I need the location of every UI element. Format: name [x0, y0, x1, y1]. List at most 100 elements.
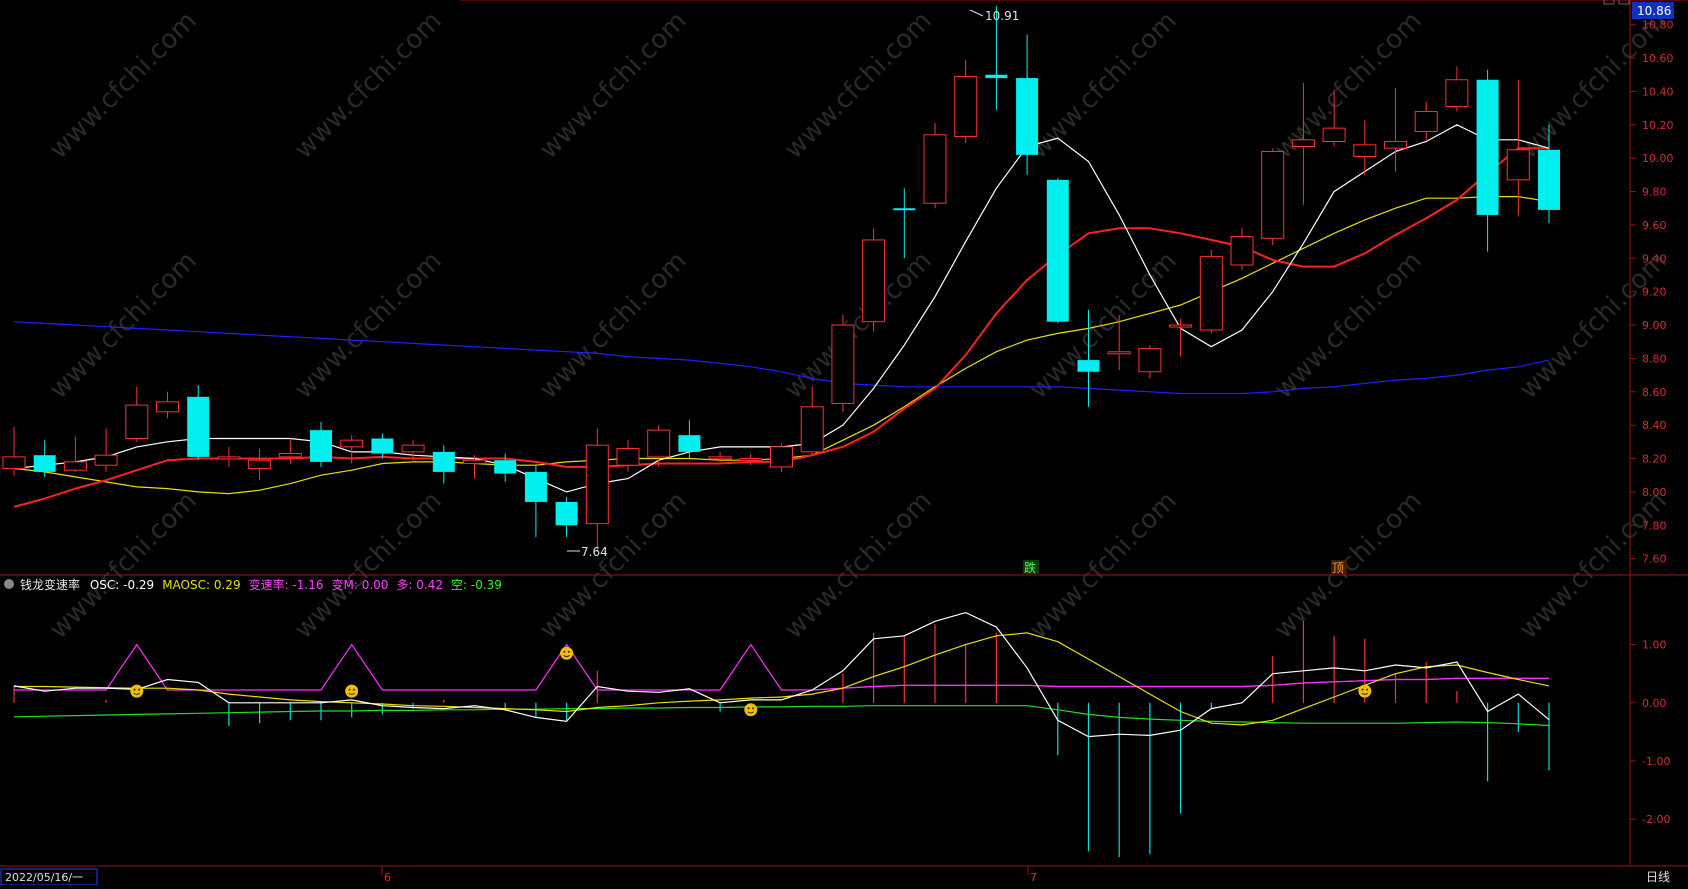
candle	[94, 428, 118, 472]
smiley-icon	[560, 646, 574, 660]
indicator-tick-label: 0.00	[1642, 697, 1667, 710]
smiley-icon	[744, 703, 758, 717]
candle-body	[555, 501, 578, 526]
watermark-text: www.cfchi.com	[534, 246, 693, 405]
chart-canvas[interactable]: www.cfchi.com www.cfchi.com www.cfchi.com w…	[0, 0, 1688, 886]
indicator-collapse-icon[interactable]	[4, 579, 14, 589]
candle	[585, 428, 609, 552]
watermark-text: www.cfchi.com	[289, 246, 448, 405]
candle-body	[278, 453, 302, 458]
candle-body	[94, 454, 118, 466]
candle-body	[1169, 324, 1193, 328]
candle	[647, 425, 671, 467]
indicator-field: 变速率: -1.16	[249, 577, 324, 592]
candle-body	[1016, 78, 1039, 155]
kong-line	[13, 705, 1550, 727]
watermark-text: www.cfchi.com	[534, 6, 693, 165]
watermark-text: www.cfchi.com	[289, 486, 448, 645]
candle-body	[340, 439, 364, 448]
month-tick-june: 6	[384, 871, 391, 884]
price-tick-label: 9.20	[1642, 286, 1667, 299]
candle	[1016, 34, 1039, 175]
price-tick-label: 7.80	[1642, 519, 1667, 532]
minimize-icon[interactable]	[1618, 0, 1630, 5]
candle	[616, 440, 640, 472]
candle	[310, 421, 332, 467]
candle	[1476, 69, 1499, 252]
candle	[1384, 88, 1407, 172]
indicator-name: 钱龙变速率	[20, 577, 80, 592]
period-label[interactable]: 日线	[1646, 870, 1670, 884]
candle	[831, 315, 855, 412]
candle	[125, 386, 149, 442]
candle-body	[739, 458, 763, 462]
candle-body	[708, 456, 732, 460]
candle	[1230, 228, 1254, 270]
candle-body	[33, 455, 56, 472]
price-tick-label: 10.00	[1642, 152, 1674, 165]
ma5-line	[13, 124, 1550, 493]
candle	[248, 448, 272, 481]
indicator-tick-label: -1.00	[1642, 755, 1670, 768]
indicator-axis: 1.00 0.00 -1.00 -2.00	[1630, 639, 1670, 826]
price-tick-label: 10.80	[1642, 19, 1674, 32]
indicator-chart[interactable]	[13, 611, 1550, 858]
candle	[63, 436, 87, 472]
candle-body	[923, 134, 947, 204]
settings-icon[interactable]	[1603, 0, 1615, 5]
price-high-label: 10.91	[985, 9, 1019, 23]
candle-body	[862, 239, 886, 323]
candle	[770, 443, 793, 472]
date-box-text: 2022/05/16/一	[5, 871, 83, 884]
indicator-field: MAOSC: 0.29	[162, 578, 240, 592]
candle-body	[647, 429, 671, 458]
indicator-field: 多: 0.42	[396, 578, 443, 592]
price-high-annotation: 10.91	[969, 9, 1019, 23]
candle	[739, 453, 763, 466]
window-controls[interactable]	[1603, 0, 1630, 5]
price-tick-label: 9.80	[1642, 186, 1667, 199]
price-tick-label: 9.00	[1642, 319, 1667, 332]
price-low-label: 7.64	[581, 545, 608, 559]
smiley-icon	[345, 684, 359, 698]
candle-body	[985, 74, 1008, 79]
stock-chart-window: www.cfchi.com www.cfchi.com www.cfchi.com w…	[0, 0, 1688, 886]
candle-body	[954, 75, 978, 137]
candle-body	[463, 459, 486, 465]
candle-body	[63, 461, 87, 471]
candle	[524, 465, 547, 537]
price-tick-label: 10.20	[1642, 119, 1674, 132]
candle	[1414, 101, 1438, 140]
candle-body	[187, 396, 210, 457]
candle-body	[401, 444, 425, 453]
candle-body	[800, 406, 824, 453]
candle	[1169, 318, 1193, 357]
candle-body	[2, 456, 26, 470]
bianm-line	[14, 643, 1549, 691]
price-tick-label: 10.40	[1642, 85, 1674, 98]
candle-body	[1538, 149, 1560, 210]
ma-legend	[0, 0, 460, 2]
candle	[1138, 345, 1162, 379]
candle-body	[125, 404, 149, 440]
indicator-field: OSC: -0.29	[90, 578, 154, 592]
watermark-text: www.cfchi.com	[1269, 486, 1428, 645]
candle	[33, 440, 56, 477]
watermark-text: www.cfchi.com	[289, 6, 448, 165]
date-axis-bar: 2022/05/16/一 6 7 日线	[0, 866, 1670, 886]
candle-body	[1506, 149, 1530, 181]
candle	[954, 59, 978, 144]
indicator-tick-label: 1.00	[1642, 639, 1667, 652]
candle	[278, 438, 302, 464]
candle	[1261, 148, 1285, 245]
candle-body	[585, 444, 609, 525]
candle-body	[616, 448, 640, 466]
current-price-value: 10.86	[1637, 4, 1671, 18]
price-tick-label: 8.00	[1642, 486, 1667, 499]
watermark-text: www.cfchi.com	[1269, 246, 1428, 405]
watermark-text: www.cfchi.com	[779, 486, 938, 645]
candle-body	[1353, 144, 1377, 158]
price-tick-label: 9.60	[1642, 219, 1667, 232]
candle	[1199, 249, 1223, 334]
candle-body	[217, 456, 241, 460]
